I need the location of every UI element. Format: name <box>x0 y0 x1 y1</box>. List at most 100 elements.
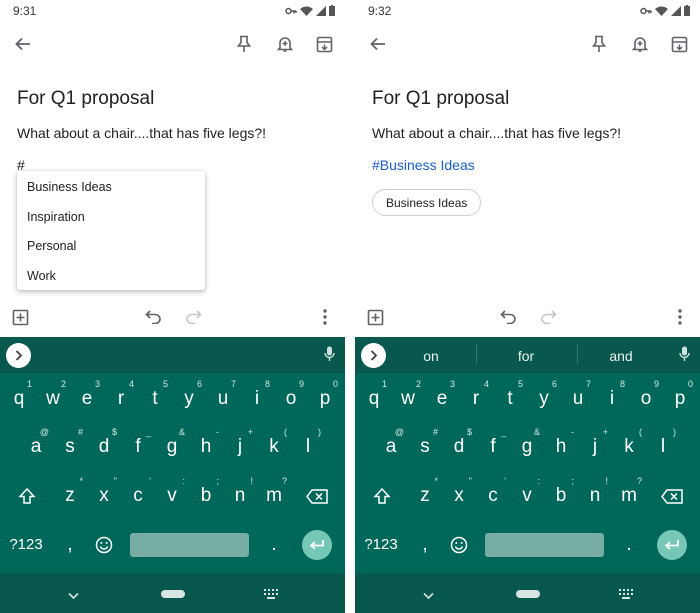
reminder-button[interactable] <box>628 32 652 56</box>
key-f[interactable]: f _ <box>123 427 153 463</box>
nav-back-button[interactable] <box>68 587 79 605</box>
key-b[interactable]: b; <box>546 476 576 512</box>
key-m[interactable]: m? <box>614 476 644 512</box>
key-o[interactable]: o9 <box>276 379 306 415</box>
key-p[interactable]: p0 <box>665 379 695 415</box>
keyboard-switcher-button[interactable] <box>264 586 278 604</box>
pin-button[interactable] <box>232 32 256 56</box>
undo-button[interactable] <box>141 305 165 329</box>
key-q[interactable]: q1 <box>359 379 389 415</box>
key-j[interactable]: j + <box>580 427 610 463</box>
key-y[interactable]: y6 <box>174 379 204 415</box>
key-a[interactable]: a @ <box>376 427 406 463</box>
key-j[interactable]: j + <box>225 427 255 463</box>
key-g[interactable]: g & <box>157 427 187 463</box>
key-g[interactable]: g & <box>512 427 542 463</box>
symbols-key[interactable]: ?123 <box>6 529 46 561</box>
key-r[interactable]: r4 <box>461 379 491 415</box>
note-body[interactable]: What about a chair....that has five legs… <box>372 125 621 141</box>
pin-button[interactable] <box>587 32 611 56</box>
key-q[interactable]: q1 <box>4 379 34 415</box>
key-c[interactable]: c ' <box>478 476 508 512</box>
key-k[interactable]: k( <box>259 427 289 463</box>
back-button[interactable] <box>366 32 390 56</box>
label-option-inspiration[interactable]: Inspiration <box>27 210 85 224</box>
label-option-business-ideas[interactable]: Business Ideas <box>27 180 112 194</box>
key-d[interactable]: d $ <box>89 427 119 463</box>
enter-key[interactable] <box>302 530 332 560</box>
key-x[interactable]: x " <box>444 476 474 512</box>
key-v[interactable]: v: <box>157 476 187 512</box>
archive-button[interactable] <box>312 32 336 56</box>
comma-key[interactable]: , <box>410 529 440 561</box>
symbols-key[interactable]: ?123 <box>361 529 401 561</box>
redo-button[interactable] <box>181 305 205 329</box>
key-t[interactable]: t5 <box>140 379 170 415</box>
key-x[interactable]: x " <box>89 476 119 512</box>
more-options-button[interactable] <box>668 305 692 329</box>
backspace-key[interactable] <box>302 480 332 512</box>
note-title[interactable]: For Q1 proposal <box>372 88 509 110</box>
back-button[interactable] <box>11 32 35 56</box>
shift-key[interactable] <box>12 480 42 512</box>
key-z[interactable]: z * <box>410 476 440 512</box>
undo-button[interactable] <box>496 305 520 329</box>
key-l[interactable]: l) <box>648 427 678 463</box>
hashtag-link[interactable]: #Business Ideas <box>372 157 475 173</box>
key-z[interactable]: z * <box>55 476 85 512</box>
key-k[interactable]: k( <box>614 427 644 463</box>
space-key[interactable] <box>485 533 604 557</box>
key-s[interactable]: s # <box>410 427 440 463</box>
emoji-key[interactable] <box>89 529 119 561</box>
key-y[interactable]: y6 <box>529 379 559 415</box>
key-s[interactable]: s # <box>55 427 85 463</box>
key-u[interactable]: u7 <box>563 379 593 415</box>
emoji-key[interactable] <box>444 529 474 561</box>
label-option-personal[interactable]: Personal <box>27 239 76 253</box>
key-d[interactable]: d $ <box>444 427 474 463</box>
comma-key[interactable]: , <box>55 529 85 561</box>
label-option-work[interactable]: Work <box>27 269 56 283</box>
archive-button[interactable] <box>667 32 691 56</box>
key-i[interactable]: i8 <box>242 379 272 415</box>
key-f[interactable]: f _ <box>478 427 508 463</box>
period-key[interactable]: . <box>259 529 289 561</box>
backspace-key[interactable] <box>657 480 687 512</box>
nav-back-button[interactable] <box>423 587 434 605</box>
key-r[interactable]: r4 <box>106 379 136 415</box>
nav-home-button[interactable] <box>161 590 185 598</box>
key-w[interactable]: w2 <box>38 379 68 415</box>
note-title[interactable]: For Q1 proposal <box>17 88 154 110</box>
keyboard-menu-button[interactable] <box>361 343 386 368</box>
key-c[interactable]: c ' <box>123 476 153 512</box>
key-n[interactable]: n! <box>580 476 610 512</box>
note-body[interactable]: What about a chair....that has five legs… <box>17 125 266 141</box>
redo-button[interactable] <box>536 305 560 329</box>
shift-key[interactable] <box>367 480 397 512</box>
key-b[interactable]: b; <box>191 476 221 512</box>
key-h[interactable]: h- <box>546 427 576 463</box>
add-button[interactable] <box>363 305 387 329</box>
key-p[interactable]: p0 <box>310 379 340 415</box>
keyboard-menu-button[interactable] <box>6 343 31 368</box>
period-key[interactable]: . <box>614 529 644 561</box>
enter-key[interactable] <box>657 530 687 560</box>
key-v[interactable]: v: <box>512 476 542 512</box>
suggestion-2[interactable]: for <box>496 348 556 364</box>
key-a[interactable]: a @ <box>21 427 51 463</box>
key-m[interactable]: m? <box>259 476 289 512</box>
label-chip[interactable]: Business Ideas <box>372 189 482 216</box>
key-t[interactable]: t5 <box>495 379 525 415</box>
key-e[interactable]: e3 <box>72 379 102 415</box>
key-l[interactable]: l) <box>293 427 323 463</box>
key-e[interactable]: e3 <box>427 379 457 415</box>
key-n[interactable]: n! <box>225 476 255 512</box>
key-w[interactable]: w2 <box>393 379 423 415</box>
suggestion-3[interactable]: and <box>591 348 651 364</box>
key-i[interactable]: i8 <box>597 379 627 415</box>
reminder-button[interactable] <box>273 32 297 56</box>
mic-button[interactable] <box>679 346 690 367</box>
suggestion-1[interactable]: on <box>401 348 461 364</box>
key-u[interactable]: u7 <box>208 379 238 415</box>
mic-button[interactable] <box>324 346 335 367</box>
